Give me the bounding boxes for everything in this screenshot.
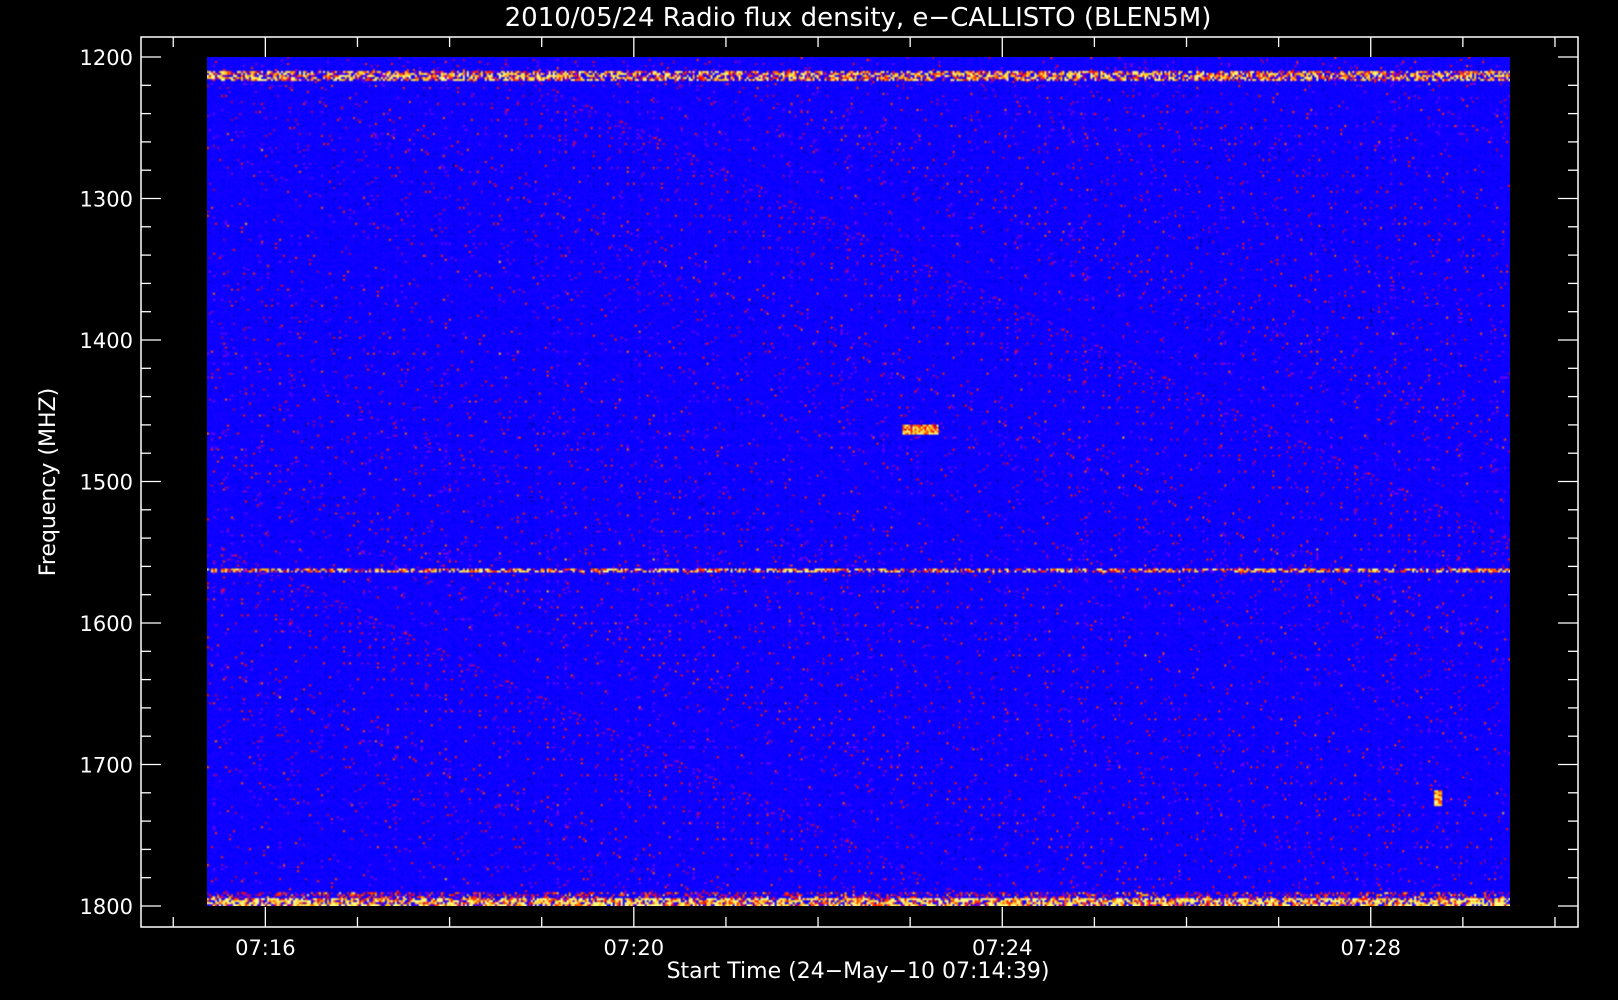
x-tick-label: 07:20 xyxy=(604,936,665,960)
y-tick-label: 1400 xyxy=(80,329,133,353)
x-tick-label: 07:16 xyxy=(235,936,296,960)
y-axis-title: Frequency (MHZ) xyxy=(36,388,61,576)
x-axis-title: Start Time (24−May−10 07:14:39) xyxy=(667,959,1050,984)
chart-title: 2010/05/24 Radio flux density, e−CALLIST… xyxy=(505,3,1212,33)
x-tick-label: 07:28 xyxy=(1340,936,1401,960)
y-tick-label: 1200 xyxy=(80,46,133,70)
y-tick-label: 1700 xyxy=(80,754,133,778)
x-tick-label: 07:24 xyxy=(972,936,1033,960)
spectrogram-plot: 1200 1300 1400 1500 1600 1700 1800 07:16 07:20 07… xyxy=(0,0,1618,1000)
y-tick-label: 1500 xyxy=(80,471,133,495)
spectrogram-heatmap xyxy=(207,57,1510,906)
y-tick-label: 1300 xyxy=(80,188,133,212)
y-tick-label: 1600 xyxy=(80,612,133,636)
spectrogram-image xyxy=(207,57,1510,906)
y-tick-label: 1800 xyxy=(80,895,133,919)
